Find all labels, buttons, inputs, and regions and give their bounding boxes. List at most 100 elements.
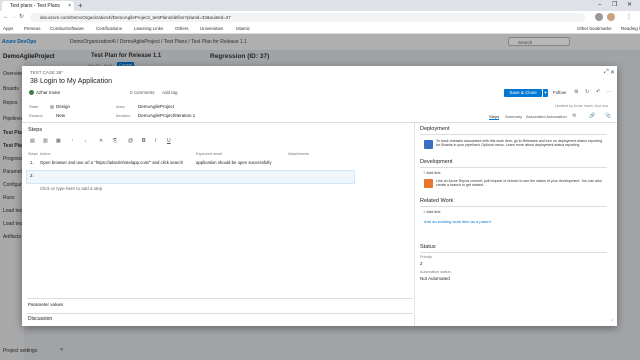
resize-handle-icon[interactable]: ⌟: [611, 316, 613, 322]
reload-icon[interactable]: ↻: [19, 11, 24, 24]
italic-icon[interactable]: I: [155, 138, 156, 144]
priority-field[interactable]: 2: [420, 261, 423, 266]
close-dialog-icon[interactable]: ✕: [610, 69, 615, 76]
bookmark-certifications[interactable]: Certifications: [96, 24, 122, 33]
related-work-section-title: Related Work: [420, 198, 454, 204]
browser-tab[interactable]: Test plans - Test Plans ×: [2, 1, 74, 11]
bookmark-universities[interactable]: Universities: [200, 24, 223, 33]
history-icon[interactable]: ⟲: [572, 113, 576, 119]
step-1-expected[interactable]: application should be open successfully: [196, 160, 271, 165]
development-add-link[interactable]: + Add link: [423, 170, 440, 175]
tab-close-icon[interactable]: ×: [68, 1, 71, 11]
step-1-number: 1.: [30, 160, 34, 165]
work-item-dialog: TEST CASE 38* ⤢ ✕ 38 Login to My Applica…: [22, 66, 617, 326]
tab-title: Test plans - Test Plans: [10, 3, 60, 9]
steps-section-title: Steps: [28, 127, 43, 133]
steps-divider: [27, 298, 413, 299]
bookmark-reading-list[interactable]: Reading list: [621, 24, 640, 33]
bookmark-perseus[interactable]: Perseus: [24, 24, 41, 33]
create-shared-step-icon[interactable]: ▦: [56, 138, 61, 144]
links-icon[interactable]: 🔗: [589, 113, 595, 119]
attach-icon[interactable]: ⎘: [113, 138, 117, 144]
bookmark-combur[interactable]: ComburSoftware: [50, 24, 84, 33]
param-divider: [27, 313, 413, 314]
related-work-divider: [420, 206, 607, 207]
deployment-icon: [424, 140, 433, 149]
iteration-field[interactable]: DemoAgileProject\Iteration 1: [138, 113, 195, 118]
profile-avatar[interactable]: [607, 13, 615, 21]
reason-field[interactable]: New: [56, 113, 65, 118]
expand-icon[interactable]: ⤢: [604, 69, 609, 76]
minimize-button[interactable]: –: [598, 0, 601, 10]
comments-count[interactable]: 0 comments: [130, 90, 155, 95]
save-close-button[interactable]: Save & Close: [504, 89, 542, 97]
move-up-icon[interactable]: ↑: [71, 138, 74, 144]
tab-summary[interactable]: Summary: [505, 114, 522, 119]
automation-status-label: Automation status: [420, 270, 451, 274]
step-1-action[interactable]: Open browser and use url a "https://adac…: [40, 160, 190, 165]
bookmark-islamic[interactable]: Islamic: [236, 24, 250, 33]
step-2-number: 2.: [30, 173, 34, 178]
underline-icon[interactable]: U: [167, 138, 171, 144]
tab-steps[interactable]: Steps: [489, 114, 500, 120]
insert-shared-step-icon[interactable]: ▥: [43, 138, 48, 144]
url-field[interactable]: dev.azure.com/DemoOrganization4l/DemoAgi…: [30, 13, 585, 22]
bold-icon[interactable]: B: [142, 138, 146, 144]
add-existing-parent-link[interactable]: Add an existing work item as a parent: [424, 219, 491, 224]
related-add-link[interactable]: + Add link: [423, 209, 440, 214]
work-item-title[interactable]: Login to My Application: [40, 78, 112, 85]
priority-label: Priority: [420, 255, 432, 259]
state-dot: [50, 105, 54, 109]
insert-step-icon[interactable]: ▤: [30, 138, 35, 144]
header-divider: [22, 122, 617, 123]
status-section-title: Status: [420, 244, 436, 250]
delete-step-icon[interactable]: ✕: [99, 138, 103, 144]
discussion-header[interactable]: Discussion: [28, 316, 52, 322]
step-2-row[interactable]: [26, 170, 355, 184]
reason-label: Reason: [29, 113, 43, 118]
bookmark-apps[interactable]: Apps: [3, 24, 13, 33]
bookmark-learning-links[interactable]: Learning Links: [134, 24, 163, 33]
deployment-info-text: To track releases associated with this w…: [436, 139, 603, 148]
follow-button[interactable]: Follow: [553, 90, 566, 95]
forward-icon[interactable]: →: [11, 11, 17, 24]
deployment-section-title: Deployment: [420, 126, 450, 132]
browser-tab-strip: [0, 0, 640, 11]
area-label: Area: [116, 104, 125, 109]
col-expected: Expected result: [196, 152, 223, 156]
development-section-title: Development: [420, 159, 453, 165]
gear-icon[interactable]: ⚙: [574, 89, 578, 95]
browser-menu-icon[interactable]: ⋮: [626, 11, 632, 24]
assigned-avatar: [29, 90, 34, 95]
parameter-values-header[interactable]: Parameter values: [28, 302, 63, 307]
insert-param-icon[interactable]: @: [128, 138, 133, 144]
automation-status-field[interactable]: Not Automated: [420, 276, 450, 281]
close-window-button[interactable]: ✕: [627, 0, 632, 10]
refresh-icon[interactable]: ↻: [585, 89, 589, 95]
attachment-icon[interactable]: 📎: [605, 113, 611, 119]
col-action: Action: [40, 152, 51, 156]
bookmarks-bar: Apps Perseus ComburSoftware Certificatio…: [0, 24, 640, 34]
state-field[interactable]: Design: [56, 104, 70, 109]
back-icon[interactable]: ←: [3, 11, 9, 24]
tab-associated-automation[interactable]: Associated Automation: [526, 114, 567, 119]
area-field[interactable]: DemoAgileProject: [138, 104, 174, 109]
updated-by: Updated by Azhar Imam: Just now: [555, 104, 609, 108]
assigned-to[interactable]: Azhar Imam: [36, 90, 60, 95]
deployment-divider: [420, 134, 607, 135]
add-step-placeholder[interactable]: Click or type here to add a step: [40, 186, 102, 191]
add-tag-button[interactable]: Add tag: [162, 90, 178, 95]
col-attachments: Attachments: [288, 152, 310, 156]
undo-icon[interactable]: ↶: [596, 89, 600, 95]
status-divider: [420, 252, 607, 253]
extensions-icon[interactable]: [595, 13, 603, 21]
bookmark-other[interactable]: Other bookmarks: [577, 24, 612, 33]
move-down-icon[interactable]: ↓: [84, 138, 87, 144]
save-dropdown-icon[interactable]: ▾: [542, 89, 548, 97]
new-tab-button[interactable]: +: [78, 1, 83, 10]
work-item-id: 38: [30, 78, 38, 85]
more-actions-icon[interactable]: ⋯: [607, 89, 612, 95]
bookmark-others[interactable]: Others: [175, 24, 189, 33]
maximize-button[interactable]: ❐: [612, 0, 617, 10]
development-divider: [420, 167, 607, 168]
